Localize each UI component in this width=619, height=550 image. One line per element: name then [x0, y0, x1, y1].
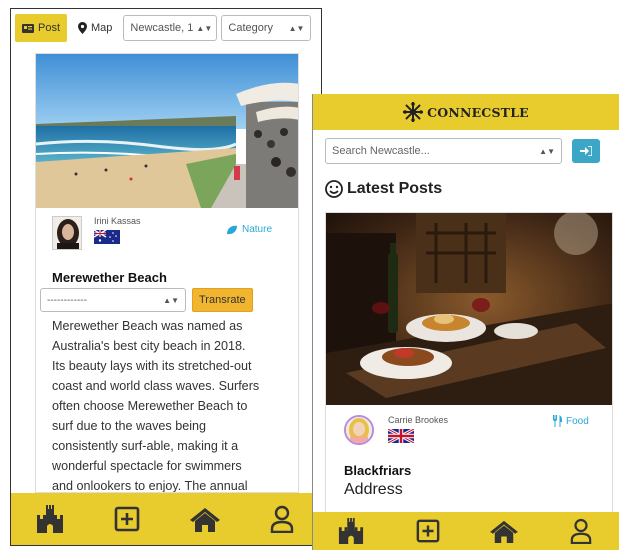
section-heading: Latest Posts: [325, 180, 442, 198]
castle-icon: [339, 518, 364, 544]
chevron-updown-icon: ▲▼: [288, 23, 305, 33]
category-select[interactable]: Category ▲▼: [221, 15, 312, 41]
beach-photo: [36, 54, 298, 208]
author-name[interactable]: Irini Kassas: [94, 216, 141, 226]
post-author: Carrie Brookes: [344, 415, 448, 445]
castle-icon: [36, 505, 63, 533]
user-icon: [570, 518, 592, 544]
home-icon: [490, 520, 519, 543]
post-body-line: Australia's best city beach in 2018.: [52, 339, 246, 353]
search-row: Search Newcastle... ▲▼: [325, 138, 615, 164]
leaf-icon: [227, 225, 237, 234]
home-icon: [189, 508, 220, 532]
post-title: Blackfriars: [344, 463, 412, 478]
post-body-line: surf due to the waves being: [52, 419, 207, 433]
utensils-icon: [553, 415, 562, 427]
search-input[interactable]: Search Newcastle... ▲▼: [325, 138, 562, 164]
search-placeholder: Search Newcastle...: [332, 145, 430, 157]
nav-castle-button[interactable]: [331, 511, 371, 550]
brand-name[interactable]: CONNECSTLE: [427, 105, 529, 120]
tab-post[interactable]: Post: [15, 14, 68, 42]
sign-in-icon: [580, 146, 592, 156]
address-label: Address: [344, 481, 403, 498]
chevron-updown-icon: ▲▼: [163, 295, 179, 305]
chevron-updown-icon: ▲▼: [539, 146, 555, 156]
post-body-line: Its beauty lays with its stretched-out: [52, 359, 252, 373]
nav-home-button[interactable]: [484, 511, 524, 550]
tab-post-label: Post: [38, 22, 61, 34]
avatar[interactable]: [344, 415, 374, 445]
category-tag[interactable]: Food: [552, 415, 589, 427]
category-select-value: Category: [228, 22, 274, 34]
post-card: Irini Kassas Nature Merewether Beach ---…: [35, 53, 299, 493]
language-select-value: ------------: [47, 294, 87, 306]
nav-profile-button[interactable]: [561, 511, 601, 550]
post-body-line: and onlookers to enjoy. The annual: [52, 479, 248, 493]
category-tag[interactable]: Nature: [226, 224, 272, 235]
post-body-line: often choose Merewether Beach to: [52, 399, 248, 413]
app-header: CONNECSTLE: [313, 94, 619, 130]
post-icon: [22, 23, 34, 33]
left-app-screen: Post Map Newcastle, 1 ▲▼ Category ▲▼ Iri…: [10, 8, 322, 546]
chevron-updown-icon: ▲▼: [196, 23, 213, 33]
add-icon: [114, 506, 140, 532]
post-author: Irini Kassas: [52, 216, 141, 250]
bottom-nav: [313, 512, 619, 550]
author-name[interactable]: Carrie Brookes: [388, 415, 448, 425]
nav-profile-button[interactable]: [262, 499, 302, 539]
bottom-nav: [11, 493, 321, 545]
uk-flag-icon: [388, 429, 414, 443]
post-title: Merewether Beach: [52, 270, 167, 285]
translate-button[interactable]: Transrate: [192, 288, 253, 312]
location-select[interactable]: Newcastle, 1 ▲▼: [123, 15, 218, 41]
toolbar: Post Map Newcastle, 1 ▲▼ Category ▲▼: [11, 9, 321, 47]
avatar[interactable]: [52, 216, 82, 250]
post-card: Carrie Brookes Food Blackfriars Address: [325, 212, 613, 522]
language-select[interactable]: ------------ ▲▼: [40, 288, 186, 312]
translate-row: ------------ ▲▼ Transrate: [40, 288, 253, 312]
australia-flag-icon: [94, 230, 120, 244]
restaurant-photo: [326, 213, 612, 405]
nav-castle-button[interactable]: [30, 499, 70, 539]
post-body-line: coast and world class waves. Surfers: [52, 379, 260, 393]
section-heading-label: Latest Posts: [347, 180, 443, 197]
post-body-line: Merewether Beach was named as: [52, 319, 243, 333]
category-label: Nature: [242, 224, 273, 235]
add-icon: [416, 519, 440, 543]
location-select-value: Newcastle, 1: [130, 22, 194, 34]
category-label: Food: [566, 415, 589, 427]
login-button[interactable]: [572, 139, 600, 163]
user-icon: [271, 505, 294, 533]
post-body-line: consistently surf-able, making it a: [52, 439, 239, 453]
nav-add-button[interactable]: [408, 511, 448, 550]
logo-icon: [403, 102, 424, 122]
tab-map-label: Map: [91, 22, 113, 34]
nav-add-button[interactable]: [107, 499, 147, 539]
smile-icon: [325, 180, 343, 198]
right-app-screen: CONNECSTLE Search Newcastle... ▲▼ Latest…: [312, 94, 619, 550]
map-pin-icon: [78, 22, 88, 34]
tab-map[interactable]: Map: [71, 14, 119, 42]
nav-home-button[interactable]: [185, 499, 225, 539]
post-body-line: wonderful spectacle for swimmers: [52, 459, 242, 473]
post-body: Merewether Beach was named as Australia'…: [52, 316, 296, 493]
